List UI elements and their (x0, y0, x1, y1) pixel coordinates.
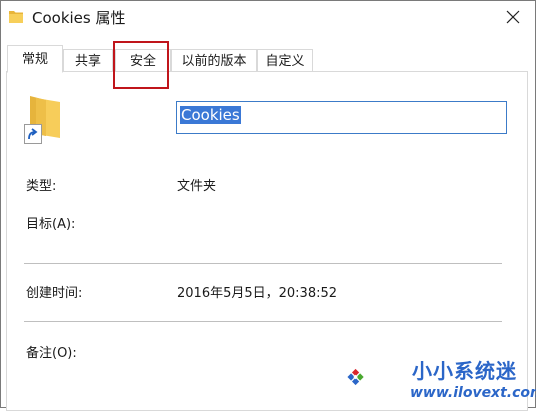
tab-previous-versions[interactable]: 以前的版本 (171, 49, 257, 72)
watermark-logo-icon (347, 368, 364, 386)
shortcut-arrow-icon (24, 124, 42, 144)
type-value: 文件夹 (177, 179, 217, 194)
tab-general[interactable]: 常规 (7, 45, 63, 73)
tab-sharing[interactable]: 共享 (63, 49, 113, 72)
folder-name-input[interactable]: Cookies (176, 101, 507, 134)
tab-security[interactable]: 安全 (115, 49, 171, 72)
window-title: Cookies 属性 (32, 9, 126, 27)
separator (24, 321, 502, 322)
comment-label: 备注(O): (26, 346, 77, 361)
type-label: 类型: (26, 179, 57, 194)
created-value: 2016年5月5日，20:38:52 (177, 286, 338, 301)
title-bar[interactable]: Cookies 属性 (1, 1, 535, 35)
close-button[interactable] (491, 1, 535, 33)
tab-customize[interactable]: 自定义 (257, 49, 313, 72)
tab-strip: 常规 共享 安全 以前的版本 自定义 (1, 45, 535, 73)
folder-name-text: Cookies (180, 106, 241, 124)
target-label: 目标(A): (26, 217, 76, 232)
created-label: 创建时间: (26, 286, 83, 301)
separator (24, 263, 502, 264)
watermark-site-name: 小小系统迷 (412, 359, 517, 383)
folder-icon (9, 11, 23, 23)
watermark-url: www.ilovext.com (410, 385, 536, 401)
close-icon (506, 10, 520, 24)
